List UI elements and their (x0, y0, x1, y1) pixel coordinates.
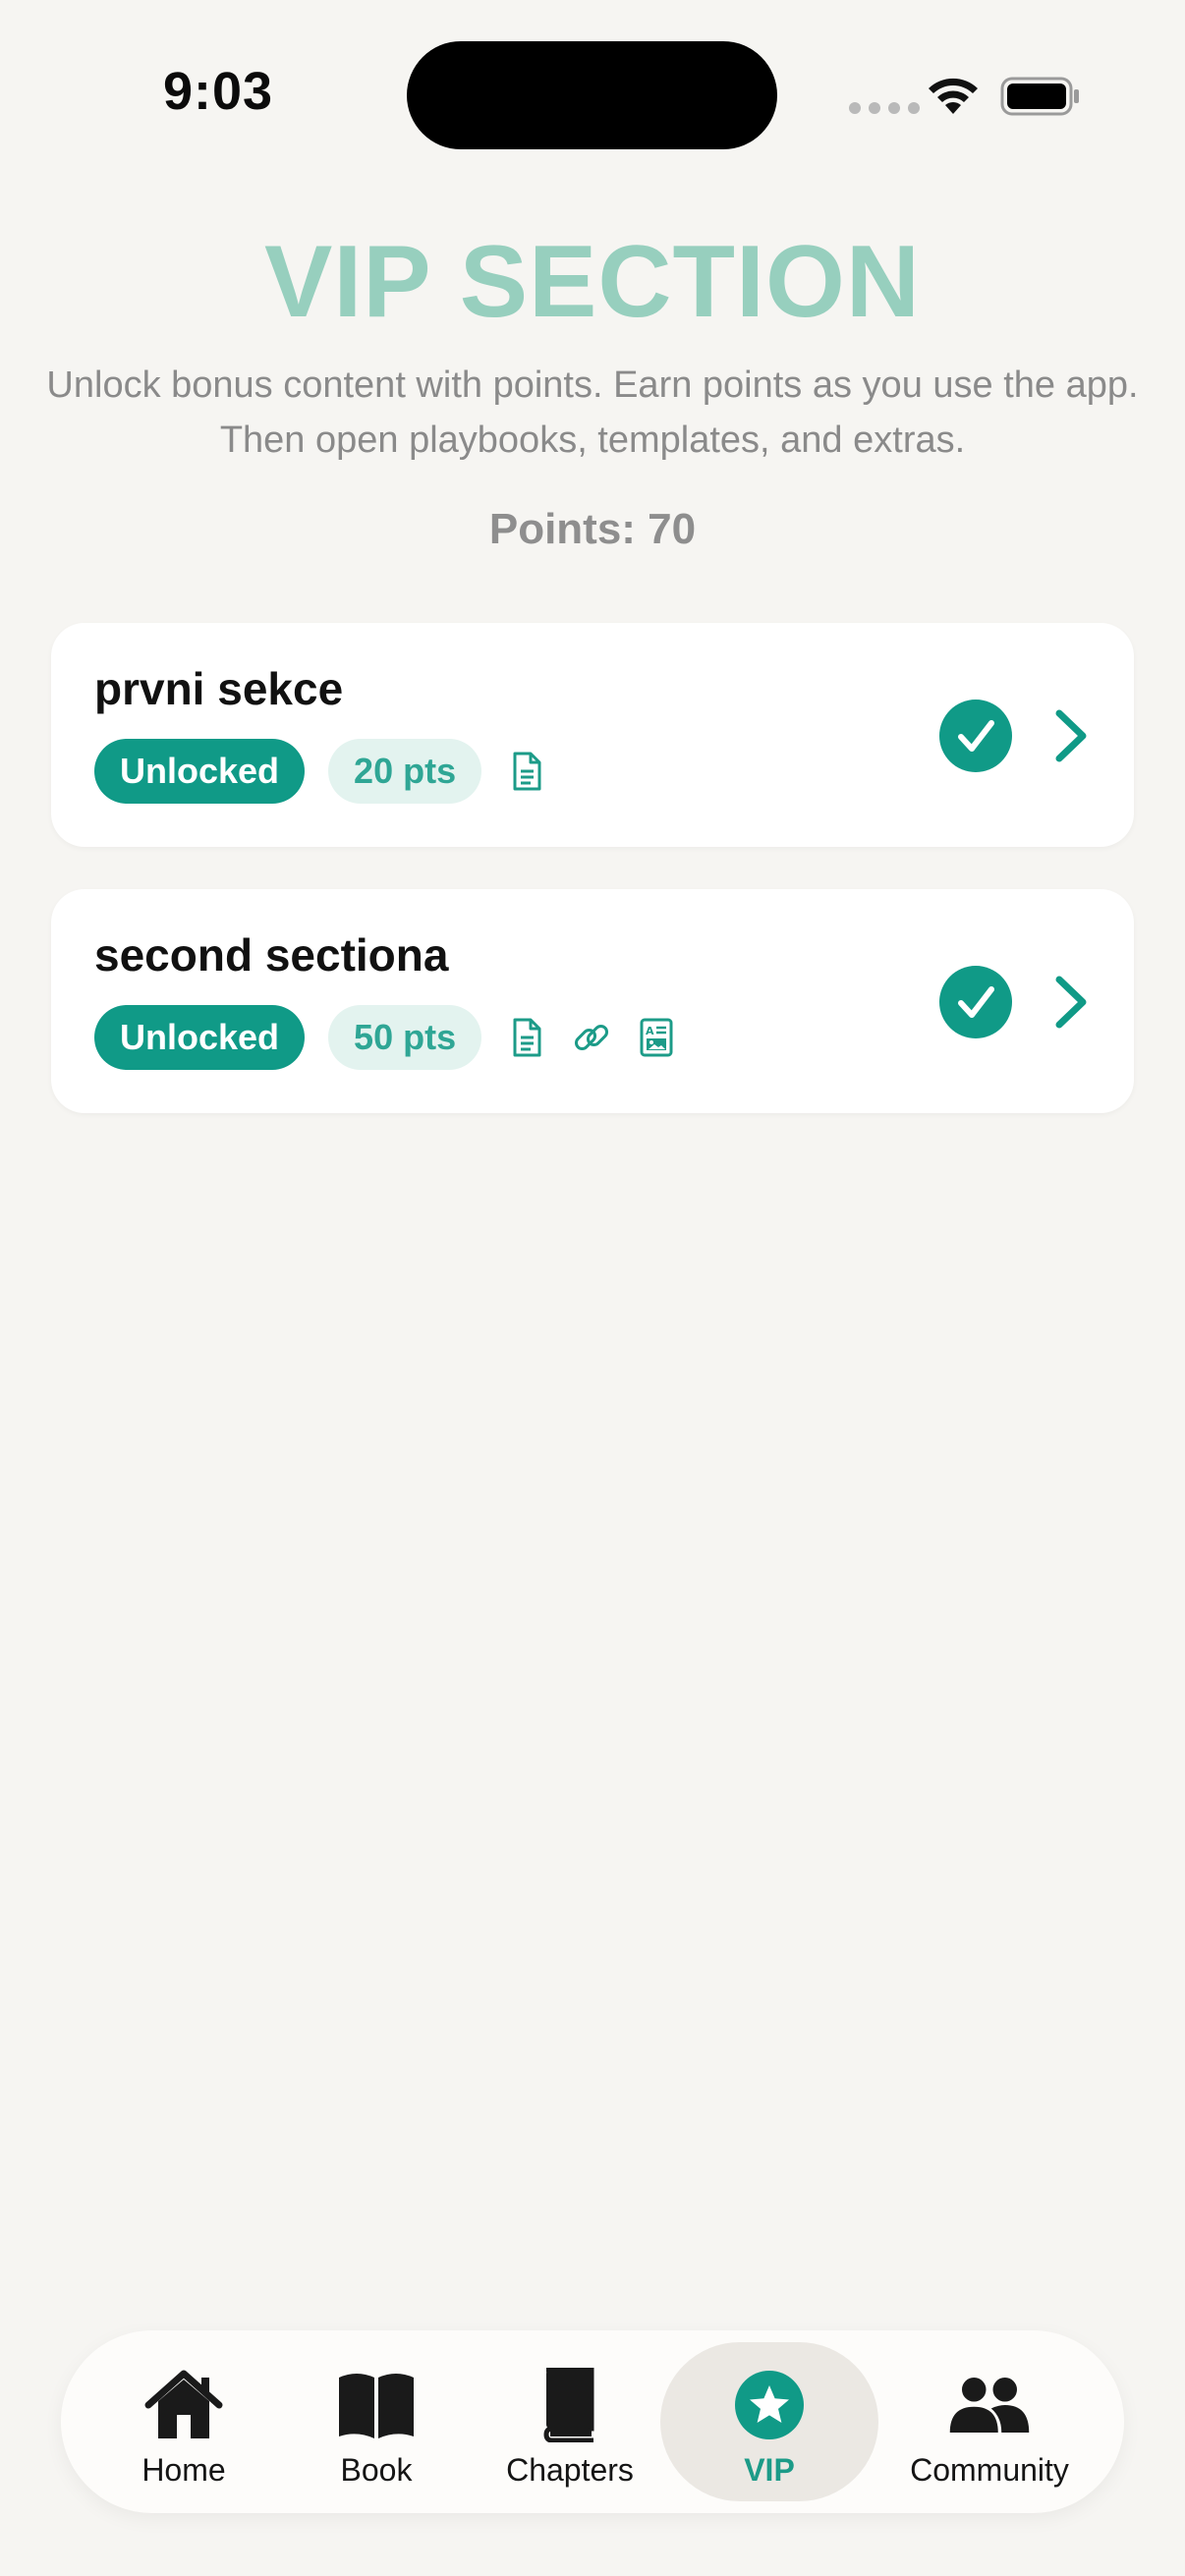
link-icon (575, 1024, 609, 1051)
points-balance: Points: 70 (488, 505, 697, 553)
tab-home[interactable]: Home (100, 2342, 267, 2501)
chevron-right-icon[interactable] (1049, 974, 1093, 1031)
points-cost-badge: 50 pts (328, 1005, 482, 1070)
template-icon: A (640, 1018, 673, 1057)
tab-community[interactable]: Community (876, 2342, 1102, 2501)
open-book-icon (339, 2374, 414, 2438)
tab-label: Chapters (506, 2452, 634, 2488)
section-meta: Unlocked 20 pts (94, 739, 546, 804)
wifi-icon (929, 78, 978, 114)
checkmark-circle-icon (939, 966, 1012, 1038)
chevron-right-icon[interactable] (1049, 707, 1093, 764)
checkmark-circle-icon (939, 700, 1012, 772)
closed-book-icon (543, 2368, 594, 2442)
dynamic-island (407, 41, 777, 149)
tab-label: Home (141, 2452, 226, 2488)
tab-label: Community (910, 2452, 1069, 2488)
tab-vip[interactable]: VIP (660, 2342, 878, 2501)
tab-bar: Home Book Chapters VIP Community (61, 2330, 1124, 2513)
section-title: second sectiona (94, 929, 449, 980)
page-title: VIP SECTION (264, 225, 921, 339)
status-time: 9:03 (163, 62, 274, 121)
unlocked-badge: Unlocked (94, 1005, 306, 1070)
cellular-signal-icon (849, 102, 920, 114)
battery-icon (1000, 77, 1079, 116)
section-title: prvni sekce (94, 663, 344, 714)
tab-book[interactable]: Book (293, 2342, 460, 2501)
svg-text:A: A (646, 1025, 654, 1037)
vip-section-card[interactable]: second sectiona Unlocked 50 pts A (51, 889, 1134, 1113)
star-circle-icon (735, 2371, 804, 2439)
document-icon (513, 752, 541, 791)
document-icon (513, 1018, 541, 1057)
unlocked-badge: Unlocked (94, 739, 306, 804)
vip-section-card[interactable]: prvni sekce Unlocked 20 pts (51, 623, 1134, 847)
tab-label: Book (340, 2452, 413, 2488)
house-icon (144, 2370, 223, 2438)
people-icon (949, 2378, 1030, 2433)
page-subtitle: Unlock bonus content with points. Earn p… (46, 364, 1139, 461)
section-meta: Unlocked 50 pts A (94, 1005, 676, 1070)
tab-chapters[interactable]: Chapters (474, 2342, 666, 2501)
points-cost-badge: 20 pts (328, 739, 482, 804)
tab-label: VIP (744, 2452, 795, 2488)
